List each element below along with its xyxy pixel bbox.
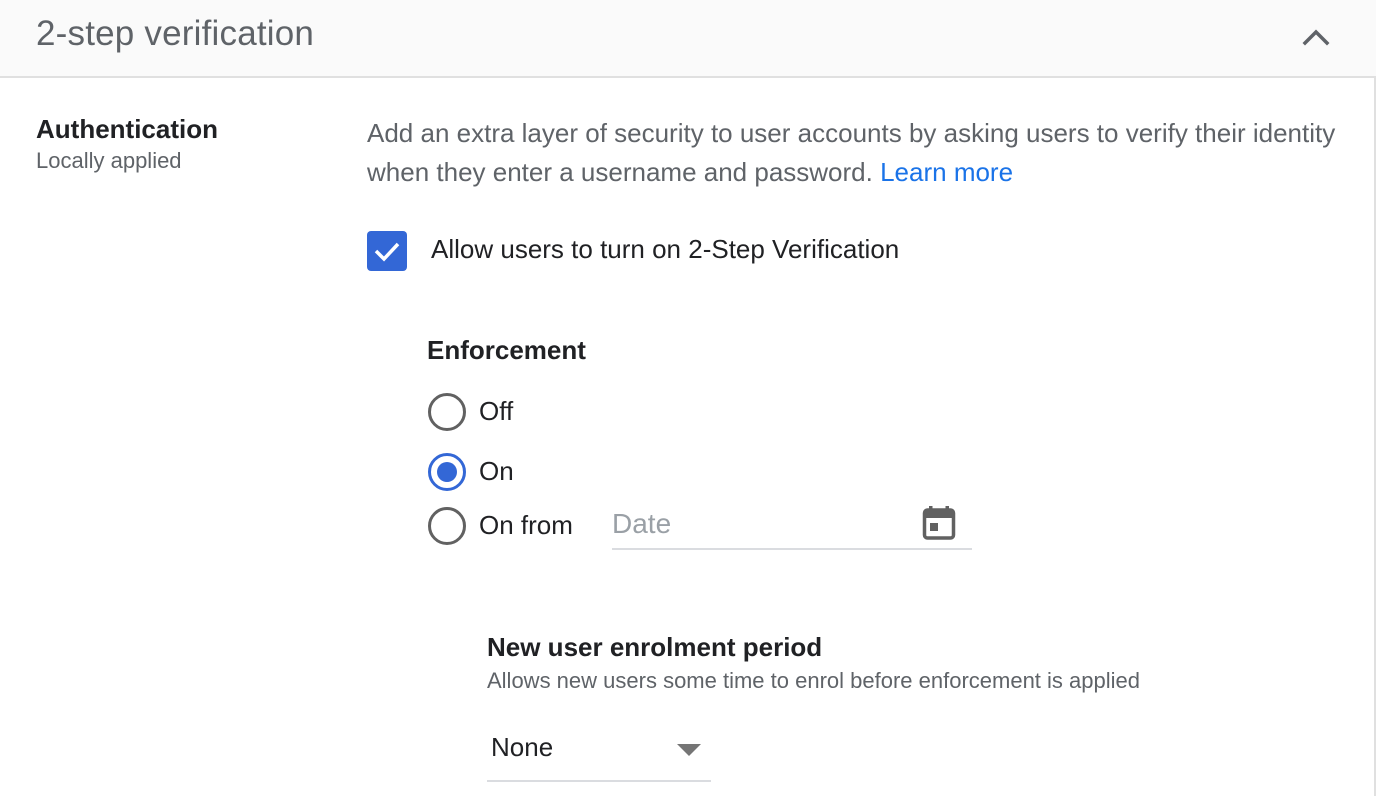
enrolment-period-subtitle: Allows new users some time to enrol befo… bbox=[487, 668, 1140, 693]
enforcement-radio-off-label[interactable]: Off bbox=[479, 396, 513, 427]
two-step-verification-panel: 2-step verification Authentication Local… bbox=[0, 0, 1376, 796]
enforcement-radio-on-label[interactable]: On bbox=[479, 456, 514, 487]
enrolment-period-select[interactable]: None bbox=[487, 722, 711, 782]
radio-checked-icon bbox=[428, 453, 466, 491]
panel-header[interactable]: 2-step verification bbox=[0, 0, 1376, 78]
enforcement-radio-on-from-label[interactable]: On from bbox=[479, 510, 573, 541]
checkmark-icon bbox=[374, 242, 400, 262]
date-field[interactable] bbox=[612, 500, 972, 550]
enforcement-title: Enforcement bbox=[427, 335, 586, 365]
enrolment-period-value: None bbox=[491, 732, 554, 762]
enrolment-period-title: New user enrolment period bbox=[487, 632, 823, 662]
dropdown-arrow-icon bbox=[677, 744, 701, 756]
enforcement-radio-off[interactable] bbox=[427, 392, 467, 432]
chevron-up-icon bbox=[1302, 29, 1330, 46]
allow-2sv-label[interactable]: Allow users to turn on 2-Step Verificati… bbox=[431, 234, 899, 265]
section-label: Authentication bbox=[36, 114, 218, 144]
radio-unchecked-icon bbox=[428, 507, 466, 545]
date-input[interactable] bbox=[612, 506, 902, 542]
panel-title: 2-step verification bbox=[36, 14, 315, 53]
allow-2sv-checkbox[interactable] bbox=[367, 231, 407, 271]
enforcement-radio-on-from[interactable] bbox=[427, 506, 467, 546]
section-description: Add an extra layer of security to user a… bbox=[367, 114, 1347, 192]
section-sublabel: Locally applied bbox=[36, 148, 182, 173]
radio-unchecked-icon bbox=[428, 393, 466, 431]
collapse-button[interactable] bbox=[1296, 18, 1336, 58]
calendar-icon[interactable] bbox=[922, 505, 956, 541]
enforcement-radio-on[interactable] bbox=[427, 452, 467, 492]
learn-more-link[interactable]: Learn more bbox=[880, 157, 1013, 187]
description-text: Add an extra layer of security to user a… bbox=[367, 118, 1336, 187]
